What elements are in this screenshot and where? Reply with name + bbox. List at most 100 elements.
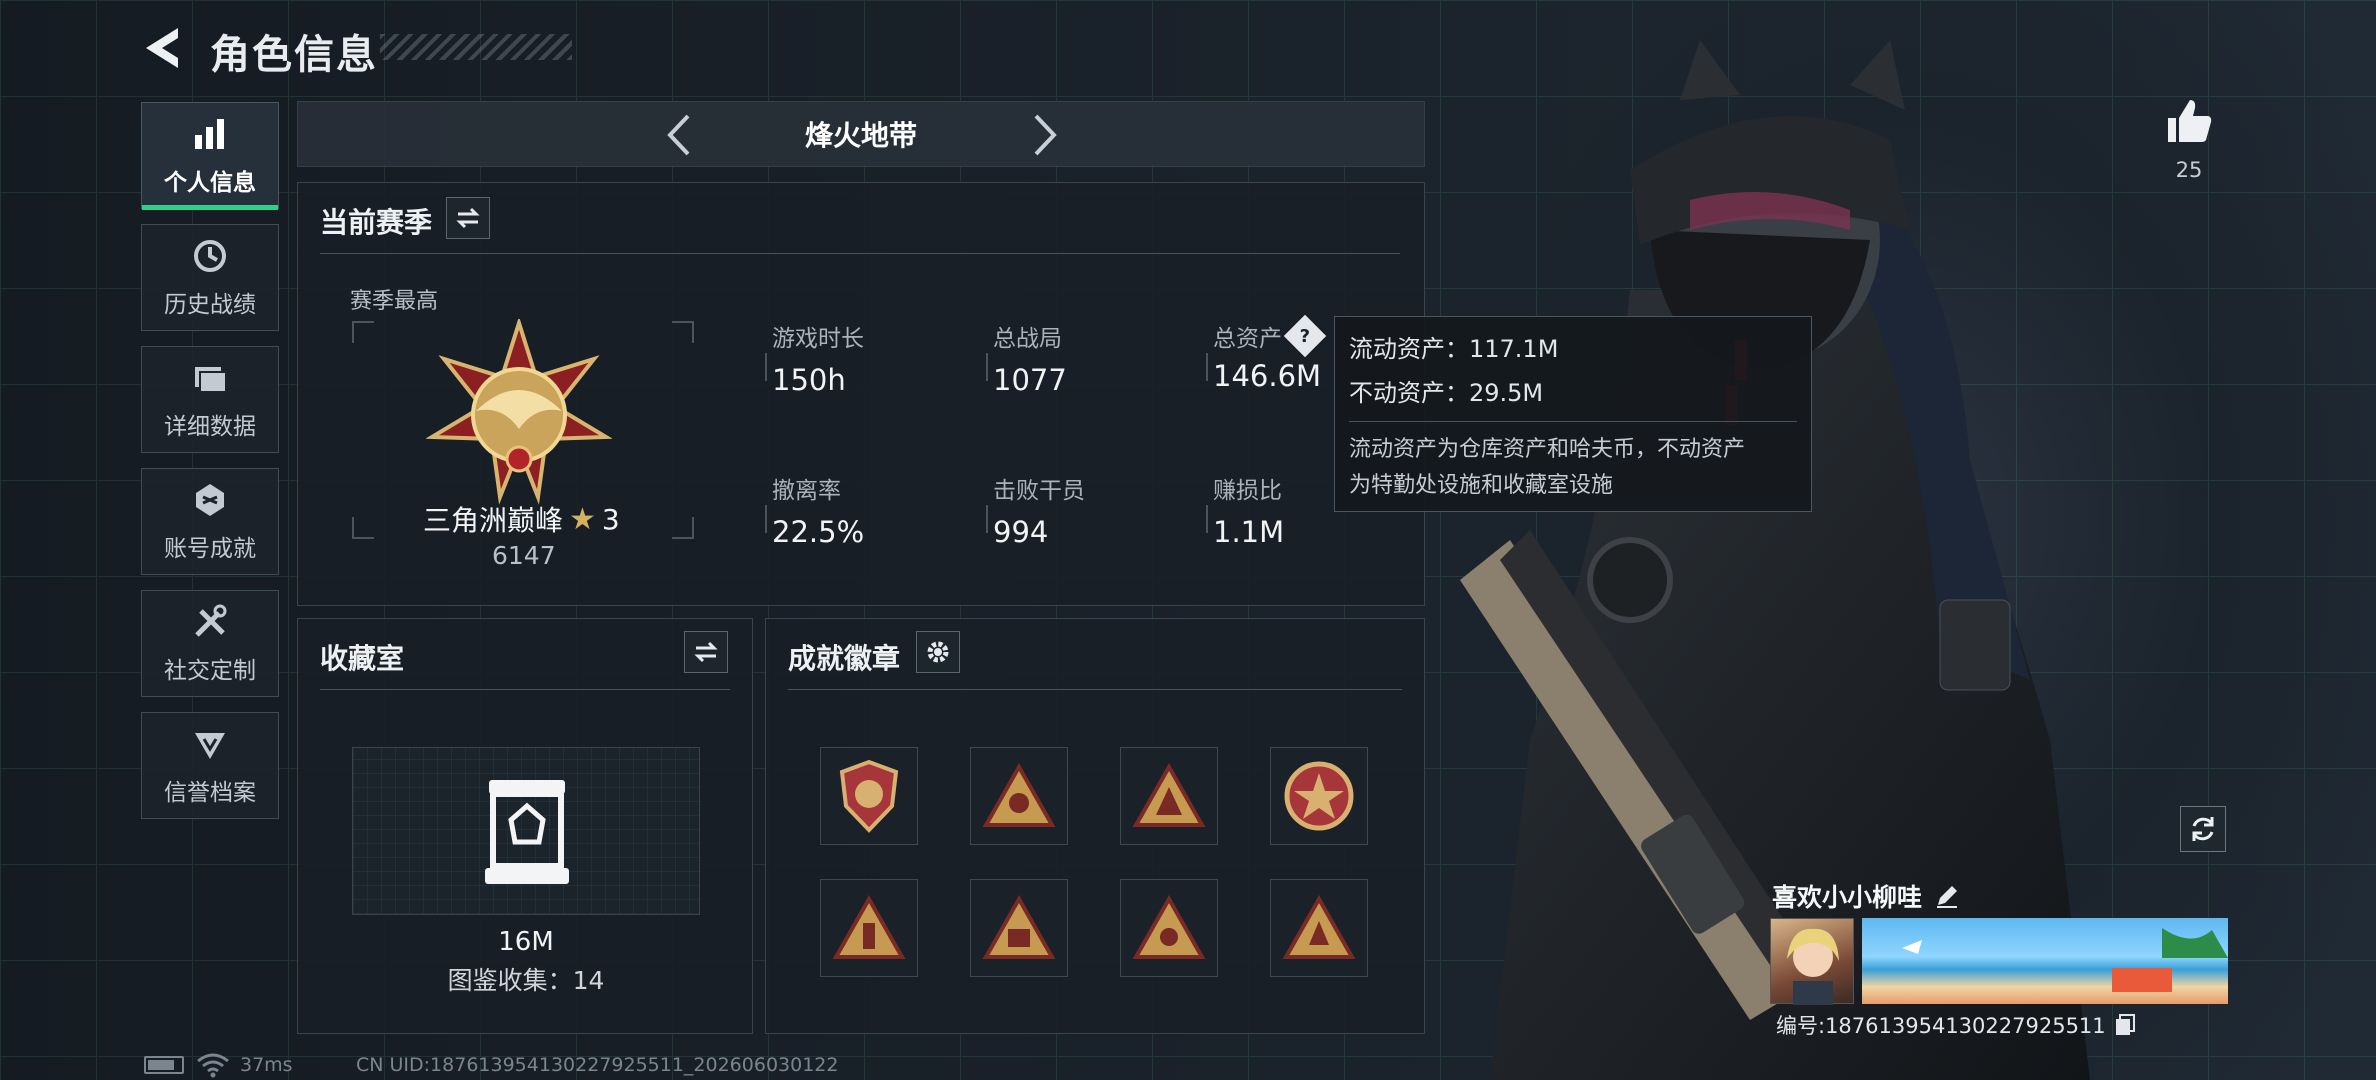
- section-divider: [320, 689, 730, 690]
- stat-value: 994: [993, 515, 1049, 549]
- collection-value: 16M: [498, 927, 554, 957]
- display-case-icon: [485, 780, 569, 884]
- player-name-row: 喜欢小小柳哇: [1772, 876, 1960, 916]
- tooltip-divider: [1349, 421, 1797, 422]
- player-avatar[interactable]: [1770, 918, 1854, 1005]
- tooltip-liquid-assets: 流动资产：117.1M: [1349, 335, 1559, 363]
- triangle-badge-icon: [1132, 763, 1206, 827]
- stat-total-matches: 总战局 1077: [993, 319, 1067, 397]
- help-question-icon[interactable]: ?: [1283, 314, 1327, 358]
- stat-label: 赚损比: [1213, 478, 1282, 504]
- history-clock-icon: [194, 239, 226, 272]
- edit-pencil-icon[interactable]: [1934, 883, 1960, 909]
- stat-value: 146.6M: [1213, 359, 1322, 393]
- player-banner[interactable]: [1862, 918, 2228, 1004]
- battery-icon: [144, 1056, 184, 1074]
- title-decoration: [380, 34, 572, 60]
- badge-slot[interactable]: [1270, 879, 1368, 977]
- collection-panel: 收藏室 16M 图鉴收集：14: [297, 618, 753, 1034]
- stat-divider: [1206, 353, 1208, 381]
- stat-divider: [986, 353, 988, 381]
- round-badge-icon: [1284, 761, 1354, 831]
- triangle-badge-icon: [832, 895, 906, 959]
- season-panel: 当前赛季 赛季最高 三角洲巅峰 ★ 3 6147 游戏时长 150h 总战局 1…: [297, 182, 1425, 606]
- triangle-badge-icon: [982, 895, 1056, 959]
- refresh-icon: [2192, 817, 2214, 841]
- avatar-portrait-icon: [1787, 928, 1839, 1005]
- rotate-view-button[interactable]: [2180, 806, 2226, 852]
- rank-name: 三角洲巅峰: [423, 504, 564, 537]
- nav-social-custom[interactable]: 社交定制: [141, 590, 279, 697]
- stat-value: 150h: [772, 363, 846, 397]
- tooltip-description-1: 流动资产为仓库资产和哈夫币，不动资产: [1349, 437, 1746, 462]
- stat-profit-loss: 赚损比 1.1M: [1213, 471, 1284, 549]
- wifi-icon: [197, 1053, 229, 1078]
- badge-slot[interactable]: [970, 747, 1068, 845]
- season-title: 当前赛季: [320, 206, 433, 239]
- catalog-count: 图鉴收集：14: [447, 966, 605, 995]
- triangle-badge-icon: [1282, 895, 1356, 959]
- copy-icon[interactable]: [2114, 1013, 2136, 1037]
- stat-value: 1077: [993, 363, 1067, 397]
- swap-arrows-icon: [456, 207, 480, 229]
- player-id-row: 编号:187613954130227925511: [1776, 1010, 2136, 1040]
- nav-label: 详细数据: [164, 413, 256, 440]
- stat-play-time: 游戏时长 150h: [772, 319, 864, 397]
- stat-divider: [986, 505, 988, 533]
- rank-stars: 3: [601, 502, 620, 536]
- nav-label: 历史战绩: [164, 291, 256, 318]
- bar-chart-icon: [195, 118, 224, 149]
- nav-label: 个人信息: [164, 169, 256, 196]
- badge-slot[interactable]: [820, 747, 918, 845]
- wrench-tools-icon: [195, 604, 227, 637]
- badges-panel: 成就徽章: [765, 618, 1425, 1034]
- stat-label: 总战局: [993, 326, 1062, 352]
- badge-slot[interactable]: [1120, 747, 1218, 845]
- stat-label: 总资产: [1213, 326, 1282, 352]
- stat-extraction-rate: 撤离率 22.5%: [772, 471, 864, 549]
- next-mode-arrow-icon[interactable]: [1020, 112, 1066, 158]
- badge-slot[interactable]: [970, 879, 1068, 977]
- prev-mode-arrow-icon[interactable]: [658, 112, 704, 158]
- badge-slot[interactable]: [1270, 747, 1368, 845]
- nav-reputation[interactable]: 信誉档案: [141, 712, 279, 819]
- switch-collection-button[interactable]: [684, 631, 728, 673]
- beach-banner-art: [1902, 928, 2228, 992]
- triangle-badge-icon: [1132, 895, 1206, 959]
- section-divider: [788, 689, 1402, 690]
- mode-selector: 烽火地带: [297, 101, 1425, 167]
- switch-season-button[interactable]: [446, 197, 490, 239]
- nav-label: 社交定制: [164, 657, 256, 684]
- back-arrow-icon[interactable]: [140, 24, 184, 72]
- tooltip-fixed-assets: 不动资产：29.5M: [1349, 379, 1544, 407]
- badge-slot[interactable]: [1120, 879, 1218, 977]
- stat-divider: [765, 505, 767, 533]
- section-divider: [320, 253, 1400, 254]
- folder-data-icon: [195, 366, 227, 393]
- page-title: 角色信息: [210, 32, 378, 78]
- assets-tooltip: 流动资产：117.1M 不动资产：29.5M 流动资产为仓库资产和哈夫币，不动资…: [1334, 316, 1812, 512]
- uid-text: CN UID:187613954130227925511_20260603012…: [356, 1054, 839, 1076]
- nav-personal-info[interactable]: 个人信息: [141, 102, 279, 210]
- nav-detailed-data[interactable]: 详细数据: [141, 346, 279, 453]
- badge-slot[interactable]: [820, 879, 918, 977]
- like-count: 25: [2175, 158, 2203, 182]
- badge-settings-button[interactable]: [916, 631, 960, 673]
- nav-account-achievement[interactable]: 账号成就: [141, 468, 279, 575]
- stat-divider: [765, 353, 767, 381]
- mode-name: 烽火地带: [804, 119, 917, 152]
- stat-label: 击败干员: [993, 478, 1085, 504]
- triangle-badge-icon: [982, 763, 1056, 827]
- player-name: 喜欢小小柳哇: [1772, 883, 1923, 912]
- nav-match-history[interactable]: 历史战绩: [141, 224, 279, 331]
- thumbs-up-icon[interactable]: [2164, 96, 2214, 146]
- stat-total-assets: 总资产 ? 146.6M: [1213, 314, 1327, 393]
- stat-label: 游戏时长: [772, 326, 864, 352]
- rank-score: 6147: [492, 541, 556, 570]
- collection-display[interactable]: [352, 747, 700, 915]
- player-id: 编号:187613954130227925511: [1776, 1014, 2106, 1038]
- star-icon: ★: [569, 501, 596, 537]
- stat-label: 撤离率: [772, 478, 841, 504]
- nav-label: 信誉档案: [164, 779, 256, 806]
- stat-divider: [1206, 505, 1208, 533]
